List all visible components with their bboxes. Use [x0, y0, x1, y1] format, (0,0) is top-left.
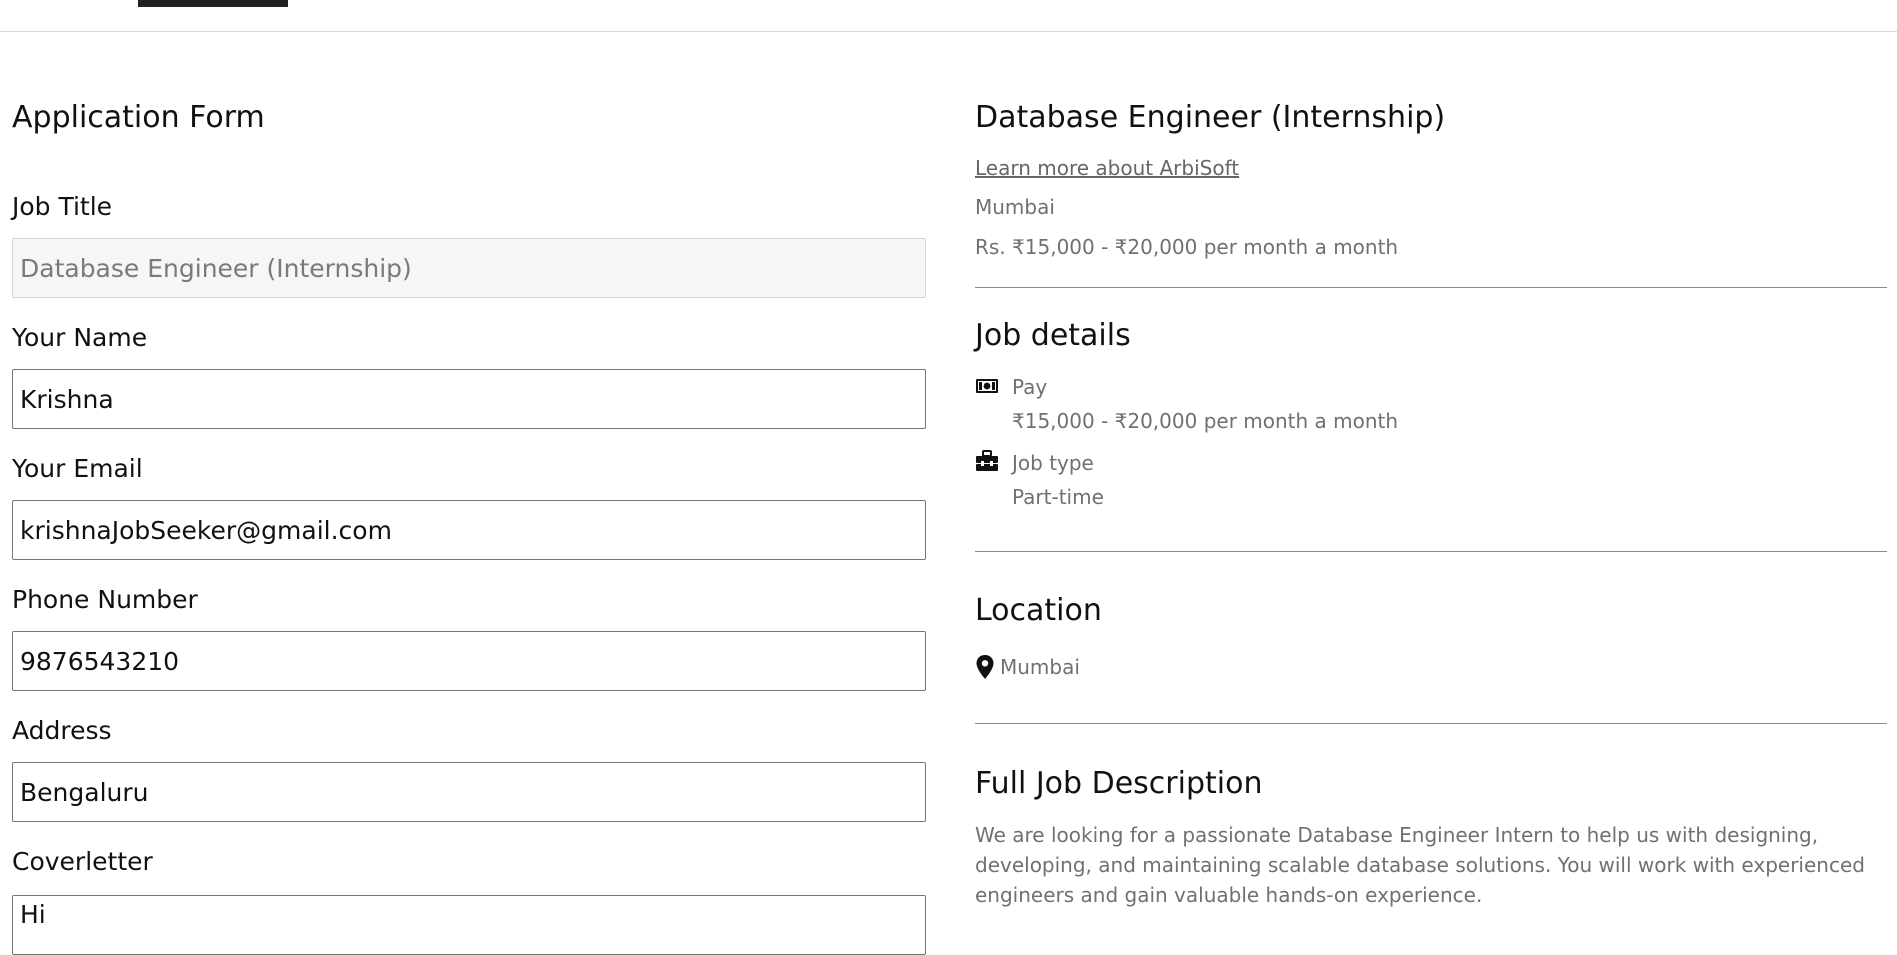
job-location-text: Mumbai — [975, 195, 1055, 219]
job-description-text: We are looking for a passionate Database… — [975, 823, 1865, 907]
phone-input[interactable] — [12, 631, 926, 691]
location-heading: Location — [975, 593, 1102, 628]
toolbox-icon — [976, 450, 998, 471]
job-details-heading: Job details — [975, 318, 1131, 353]
job-title-label: Job Title — [12, 192, 113, 221]
email-label: Your Email — [12, 454, 143, 483]
job-type-label: Job type — [1012, 451, 1094, 475]
learn-more-link[interactable]: Learn more about ArbiSoft — [975, 156, 1239, 180]
coverletter-label: Coverletter — [12, 847, 153, 876]
top-navbar — [0, 0, 1897, 32]
coverletter-textarea[interactable]: Hi — [12, 895, 926, 955]
phone-label: Phone Number — [12, 585, 198, 614]
money-icon — [976, 379, 998, 393]
divider — [975, 287, 1887, 288]
divider — [975, 723, 1887, 724]
site-logo[interactable] — [138, 0, 288, 7]
description-heading: Full Job Description — [975, 766, 1263, 801]
address-label: Address — [12, 716, 112, 745]
pay-value: ₹15,000 - ₹20,000 per month a month — [1012, 409, 1399, 433]
name-input[interactable] — [12, 369, 926, 429]
pay-label: Pay — [1012, 375, 1048, 399]
address-input[interactable] — [12, 762, 926, 822]
form-title: Application Form — [12, 100, 265, 135]
job-type-value: Part-time — [1012, 485, 1104, 509]
location-value: Mumbai — [1000, 655, 1080, 679]
divider — [975, 551, 1887, 552]
email-input[interactable] — [12, 500, 926, 560]
job-title-heading: Database Engineer (Internship) — [975, 100, 1446, 135]
map-pin-icon — [976, 655, 994, 679]
job-salary-text: Rs. ₹15,000 - ₹20,000 per month a month — [975, 235, 1399, 259]
job-title-input — [12, 238, 926, 298]
name-label: Your Name — [12, 323, 148, 352]
